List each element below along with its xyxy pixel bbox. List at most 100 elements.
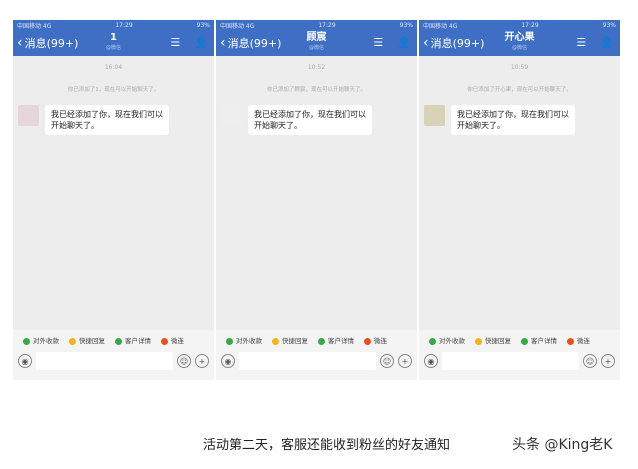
plus-icon[interactable]: + [601,354,615,368]
caption: 活动第二天，客服还能收到粉丝的好友通知 [203,438,451,453]
quick-action[interactable]: 微连 [364,335,387,345]
chat-title: 1 [110,32,117,43]
voice-icon[interactable]: ◉ [221,354,235,368]
quick-action-label: 对外收款 [439,337,465,345]
quick-action[interactable]: 微连 [161,335,184,345]
quick-action[interactable]: 快捷回复 [475,335,511,345]
quick-action-label: 客户详情 [531,337,557,345]
quick-action-icon [567,337,574,345]
message-row: 我已经添加了你，现在我们可以开始聊天了。 [13,105,214,135]
carrier: 中国移动 4G [17,22,52,30]
status-bar: 中国移动 4G 17:29 93% [419,20,620,30]
message-bubble: 我已经添加了你，现在我们可以开始聊天了。 [451,105,575,135]
back-label: 消息(99+) [430,37,485,50]
chevron-left-icon: ‹ [17,35,23,51]
voice-icon[interactable]: ◉ [18,354,32,368]
message-time: 16:04 [104,64,123,71]
avatar[interactable] [18,105,39,126]
nav-bar: ‹ 消息(99+) 顾宸 @微信 ☰ 👤 [216,30,417,56]
chat-title: 顾宸 [306,32,327,43]
back-button[interactable]: ‹ 消息(99+) [220,35,281,51]
quick-action-label: 客户详情 [328,337,354,345]
emoji-icon[interactable]: ☺ [583,354,597,368]
battery: 93% [196,21,210,29]
carrier: 中国移动 4G [220,22,255,30]
quick-actions: 对外收款 快捷回复 客户详情 微连 [216,330,417,350]
back-button[interactable]: ‹ 消息(99+) [17,35,78,51]
message-row: 我已经添加了你，现在我们可以开始聊天了。 [419,105,620,135]
chat-toolbar: 对外收款 快捷回复 客户详情 微连 ◉ ☺ + [13,330,214,380]
quick-action[interactable]: 对外收款 [23,335,59,345]
quick-action-label: 对外收款 [33,337,59,345]
status-bar: 中国移动 4G 17:29 93% [216,20,417,30]
back-label: 消息(99+) [227,37,282,50]
plus-icon[interactable]: + [195,354,209,368]
chat-subtitle: @微信 [511,45,527,51]
quick-action-icon [69,337,76,345]
clock: 17:29 [115,21,133,29]
chat-screen: 中国移动 4G 17:29 93% ‹ 消息(99+) 1 @微信 ☰ 👤 16:04 你… [13,20,214,380]
chat-subtitle: @微信 [308,45,324,51]
voice-icon[interactable]: ◉ [424,354,438,368]
menu-icon[interactable]: ☰ [576,36,586,49]
chat-toolbar: 对外收款 快捷回复 客户详情 微连 ◉ ☺ + [419,330,620,380]
profile-icon[interactable]: 👤 [600,36,614,49]
menu-icon[interactable]: ☰ [170,36,180,49]
message-bubble: 我已经添加了你，现在我们可以开始聊天了。 [45,105,169,135]
battery: 93% [399,21,413,29]
message-bubble: 我已经添加了你，现在我们可以开始聊天了。 [248,105,372,135]
back-label: 消息(99+) [24,37,79,50]
quick-action-label: 快捷回复 [79,337,105,345]
status-bar: 中国移动 4G 17:29 93% [13,20,214,30]
quick-action[interactable]: 快捷回复 [272,335,308,345]
quick-action-label: 客户详情 [125,337,151,345]
quick-action-label: 快捷回复 [282,337,308,345]
chevron-left-icon: ‹ [423,35,429,51]
message-row: 我已经添加了你，现在我们可以开始聊天了。 [216,105,417,135]
menu-icon[interactable]: ☰ [373,36,383,49]
quick-action[interactable]: 微连 [567,335,590,345]
message-time: 10:52 [307,64,326,71]
quick-action[interactable]: 客户详情 [318,335,354,345]
avatar[interactable] [221,105,242,126]
quick-action-icon [475,337,482,345]
emoji-icon[interactable]: ☺ [380,354,394,368]
watermark: 头条 @King老K [512,437,613,453]
quick-action-icon [23,337,30,345]
quick-actions: 对外收款 快捷回复 客户详情 微连 [13,330,214,350]
nav-bar: ‹ 消息(99+) 1 @微信 ☰ 👤 [13,30,214,56]
avatar[interactable] [424,105,445,126]
emoji-icon[interactable]: ☺ [177,354,191,368]
quick-action-icon [429,337,436,345]
chat-screen: 中国移动 4G 17:29 93% ‹ 消息(99+) 开心果 @微信 ☰ 👤 10:59… [419,20,620,380]
message-input[interactable] [442,352,579,370]
system-message: 你已添加了顾宸，现在可以开始聊天了。 [266,87,366,93]
system-message: 你已添加了开心果，现在可以开始聊天了。 [467,87,572,93]
quick-action[interactable]: 客户详情 [115,335,151,345]
message-input[interactable] [239,352,376,370]
profile-icon[interactable]: 👤 [194,36,208,49]
quick-action-icon [521,337,528,345]
plus-icon[interactable]: + [398,354,412,368]
chat-toolbar: 对外收款 快捷回复 客户详情 微连 ◉ ☺ + [216,330,417,380]
profile-icon[interactable]: 👤 [397,36,411,49]
message-input[interactable] [36,352,173,370]
nav-bar: ‹ 消息(99+) 开心果 @微信 ☰ 👤 [419,30,620,56]
quick-action-icon [318,337,325,345]
quick-action-label: 微连 [577,337,590,345]
quick-action[interactable]: 对外收款 [429,335,465,345]
clock: 17:29 [318,21,336,29]
quick-action-label: 对外收款 [236,337,262,345]
message-time: 10:59 [510,64,529,71]
quick-action[interactable]: 客户详情 [521,335,557,345]
quick-action[interactable]: 对外收款 [226,335,262,345]
quick-action-icon [364,337,371,345]
chevron-left-icon: ‹ [220,35,226,51]
quick-action-label: 微连 [374,337,387,345]
carrier: 中国移动 4G [423,22,458,30]
battery: 93% [602,21,616,29]
quick-action-icon [272,337,279,345]
quick-action[interactable]: 快捷回复 [69,335,105,345]
chat-title: 开心果 [504,32,535,43]
back-button[interactable]: ‹ 消息(99+) [423,35,484,51]
